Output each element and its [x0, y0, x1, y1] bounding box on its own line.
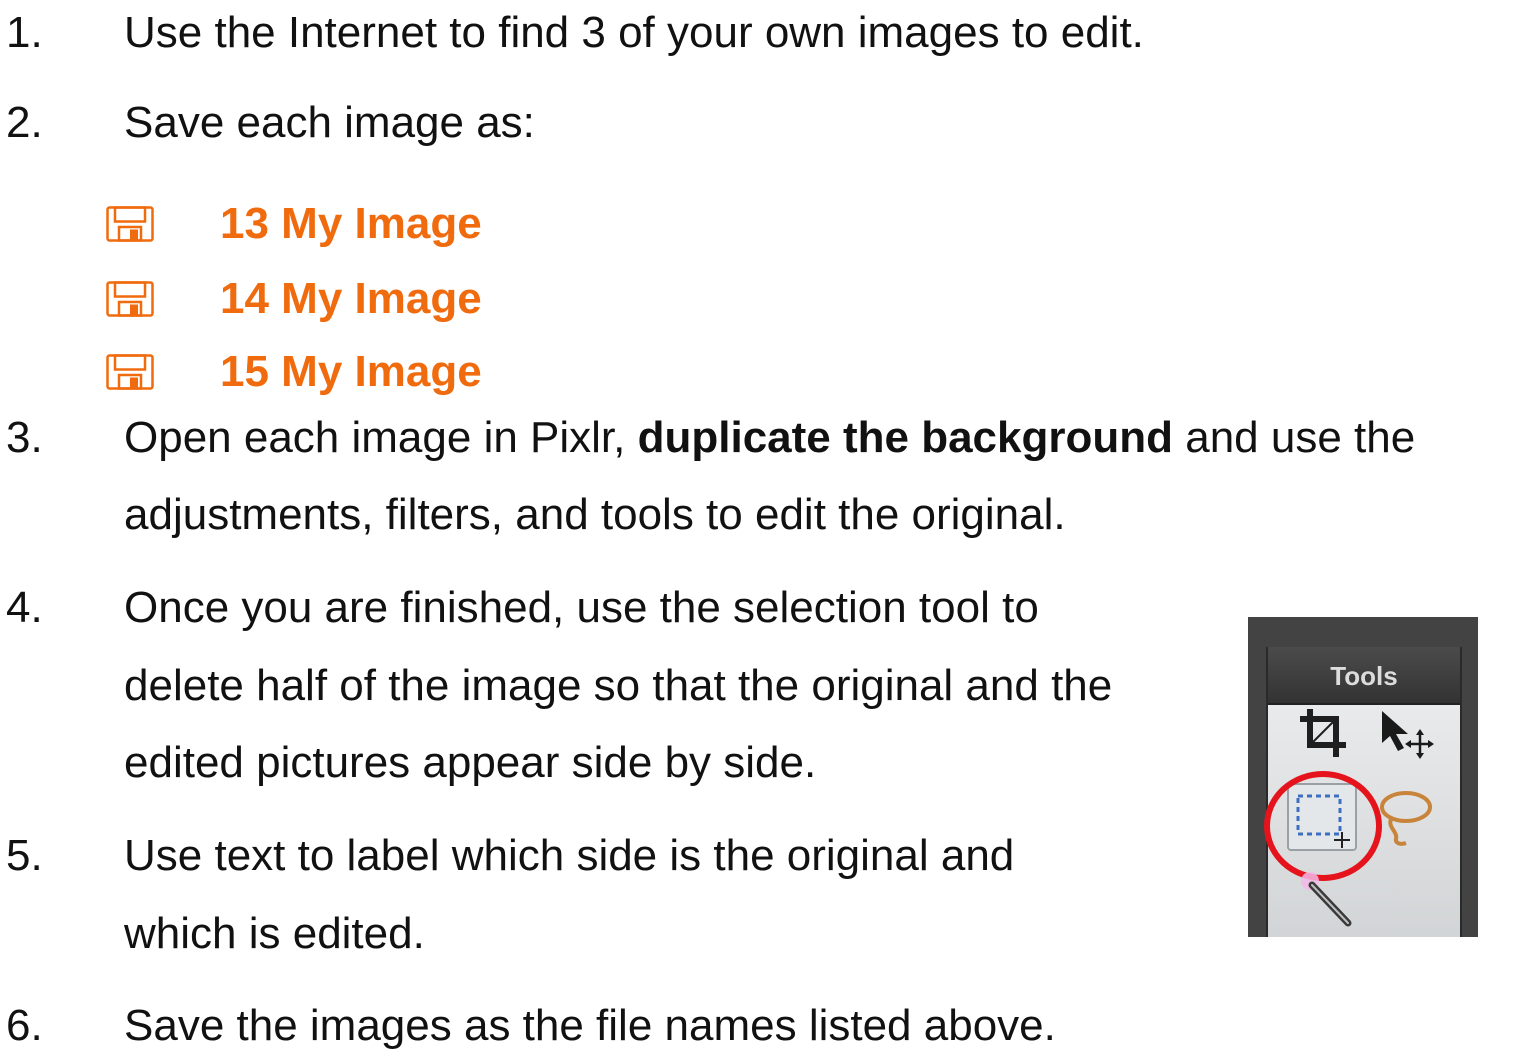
crop-icon [1300, 709, 1346, 757]
lasso-icon [1380, 791, 1432, 846]
highlight-circle [1264, 771, 1382, 881]
step-text: adjustments, filters, and tools to edit … [124, 485, 1066, 545]
step-text: which is edited. [124, 904, 425, 964]
step-text: Save each image as: [124, 93, 535, 153]
file-name: 13 My Image [220, 199, 482, 248]
step-text: Once you are finished, use the selection… [124, 578, 1039, 638]
floppy-disk-icon [106, 206, 154, 242]
file-name: 14 My Image [220, 274, 482, 323]
step-text-segment: Use the Internet to find 3 of your own i… [124, 8, 1144, 57]
step-text-segment: Save the images as the file names listed… [124, 1001, 1056, 1050]
step-text-segment: and use the [1173, 413, 1416, 462]
step-text: Use the Internet to find 3 of your own i… [124, 3, 1144, 63]
step-number: 2. [6, 98, 43, 147]
floppy-disk-icon [106, 281, 154, 317]
step-number: 3. [6, 413, 43, 462]
step-text: delete half of the image so that the ori… [124, 656, 1112, 716]
tools-panel-screenshot: Tools [1248, 617, 1478, 937]
tools-panel-title: Tools [1330, 661, 1398, 691]
step-text: Use text to label which side is the orig… [124, 826, 1014, 886]
step-text-segment: which is edited. [124, 909, 425, 958]
step-text-segment: Use text to label which side is the orig… [124, 831, 1015, 880]
step-text-bold: duplicate the background [637, 413, 1173, 462]
step-text-segment: Once you are finished, use the selection… [124, 583, 1039, 632]
step-text-segment: edited pictures appear side by side. [124, 738, 817, 787]
floppy-disk-icon [106, 354, 154, 390]
file-name: 15 My Image [220, 347, 482, 396]
step-text-segment: adjustments, filters, and tools to edit … [124, 490, 1066, 539]
step-text-segment: Open each image in Pixlr, [124, 413, 638, 462]
step-number: 6. [6, 1001, 43, 1050]
step-text-segment: delete half of the image so that the ori… [124, 661, 1113, 710]
step-text: Open each image in Pixlr, duplicate the … [124, 408, 1415, 468]
step-text-segment: Save each image as: [124, 98, 535, 147]
move-icon [1382, 711, 1434, 759]
magic-wand-icon [1301, 872, 1352, 927]
step-text: Save the images as the file names listed… [124, 996, 1056, 1056]
step-number: 4. [6, 583, 43, 632]
step-text: edited pictures appear side by side. [124, 733, 816, 793]
step-number: 5. [6, 831, 43, 880]
tools-panel-header: Tools [1268, 647, 1460, 705]
step-number: 1. [6, 8, 43, 57]
